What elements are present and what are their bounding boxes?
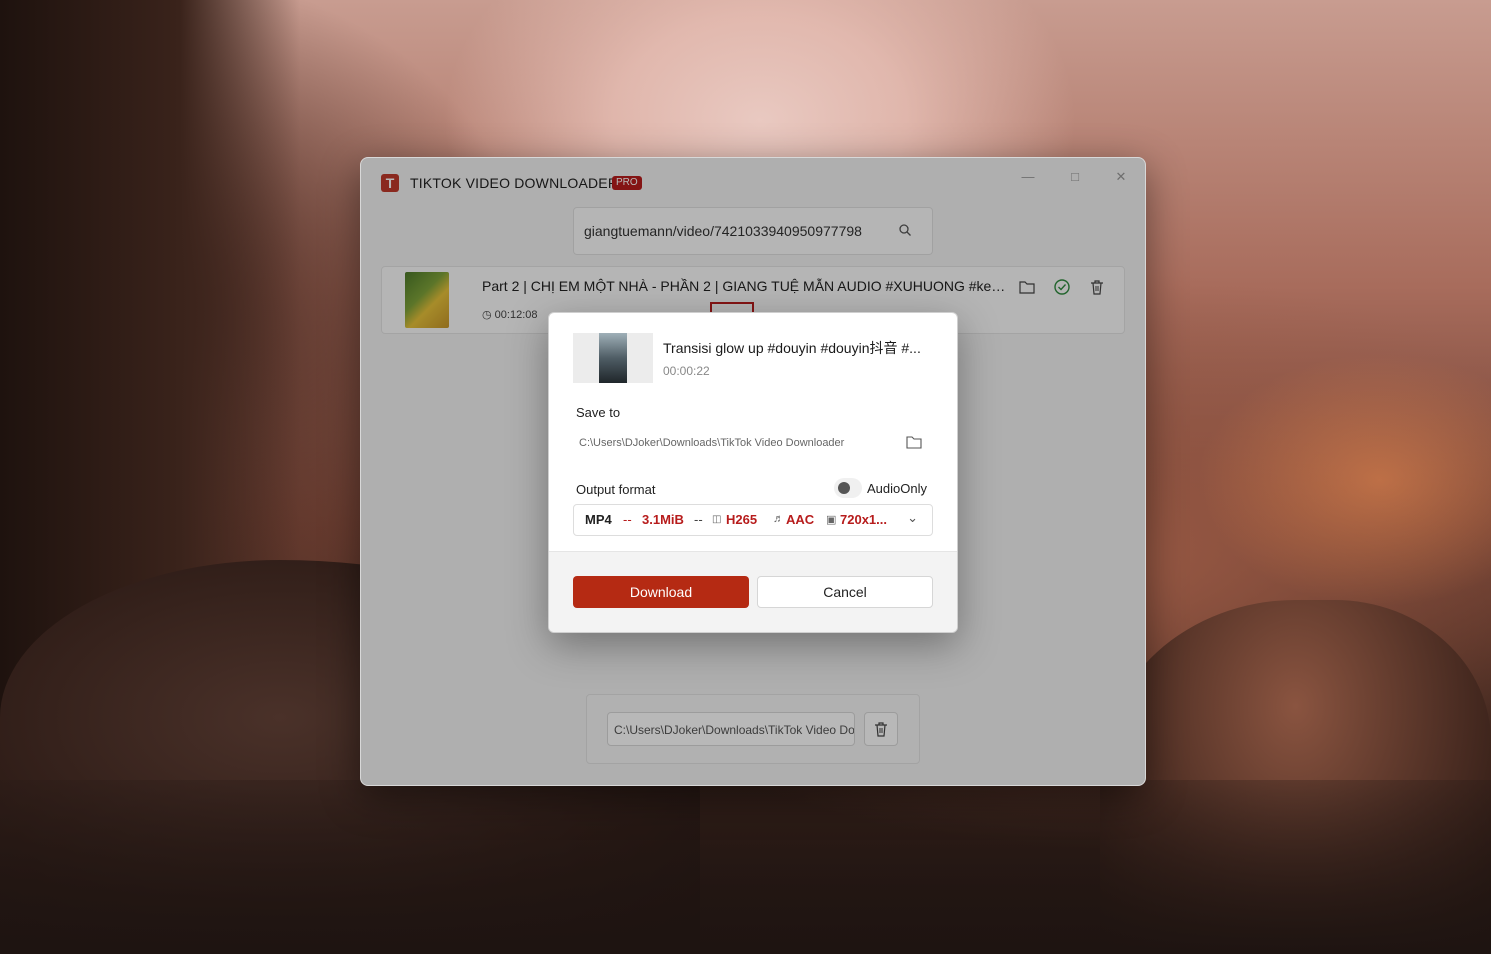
dialog-video-title: Transisi glow up #douyin #douyin抖音 #...: [663, 340, 921, 356]
format-audio-codec: AAC: [786, 512, 815, 527]
audio-only-toggle[interactable]: [834, 478, 862, 498]
format-resolution: 720x1...: [840, 512, 887, 527]
wallpaper-ground: [0, 780, 1491, 954]
save-to-label: Save to: [576, 405, 621, 420]
audio-only-label: AudioOnly: [867, 481, 927, 496]
cancel-button[interactable]: Cancel: [757, 576, 933, 608]
video-thumbnail: [573, 333, 653, 383]
toggle-knob: [838, 482, 850, 494]
format-separator: --: [623, 512, 632, 527]
format-video-codec: H265: [726, 512, 758, 527]
music-note-icon: ♬: [773, 513, 784, 525]
chevron-down-icon: ⌄: [907, 510, 918, 525]
format-size: 3.1MiB: [642, 512, 684, 527]
output-format-label: Output format: [576, 482, 656, 497]
format-container: MP4: [585, 512, 612, 527]
save-path[interactable]: C:\Users\DJoker\Downloads\TikTok Video D…: [579, 437, 844, 449]
format-separator: --: [694, 512, 703, 527]
folder-icon[interactable]: [906, 435, 922, 449]
dialog-footer: Download Cancel: [549, 551, 957, 632]
download-dialog: Transisi glow up #douyin #douyin抖音 #... …: [548, 312, 958, 633]
video-camera-icon: ◫: [712, 514, 722, 525]
thumbnail-image: [599, 333, 627, 383]
dialog-video-duration: 00:00:22: [663, 364, 710, 378]
output-format-select[interactable]: MP4 -- 3.1MiB -- ◫ H265 ♬ AAC ▣ 720x1...…: [573, 504, 933, 536]
resolution-icon: ▣: [826, 514, 837, 526]
download-button[interactable]: Download: [573, 576, 749, 608]
